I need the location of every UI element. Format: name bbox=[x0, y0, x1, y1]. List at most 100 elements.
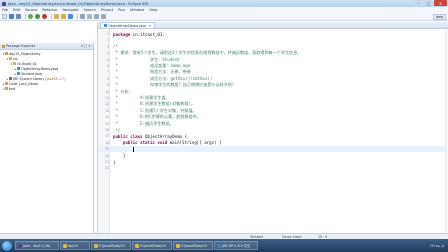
line-number: 16 bbox=[105, 128, 109, 132]
java-file-icon bbox=[104, 24, 107, 27]
new-package-icon[interactable] bbox=[61, 14, 66, 19]
line-number: 17 bbox=[105, 134, 109, 139]
search-icon[interactable] bbox=[87, 14, 92, 19]
editor-tab-objectarraydemo[interactable]: ObjectArrayDemo.java ✕ bbox=[100, 22, 156, 28]
open-type-icon[interactable] bbox=[80, 14, 85, 19]
new-icon[interactable] bbox=[2, 14, 7, 19]
tree-item-icon bbox=[5, 52, 8, 55]
close-tab-icon[interactable]: ✕ bbox=[148, 24, 151, 28]
taskbar-button-label: E:\JavaSE\day15 bbox=[99, 243, 125, 248]
windows-taskbar: Java - day15_Obj day15 E:\JavaSE\day15 E:\J… bbox=[0, 239, 448, 252]
menu-run[interactable]: Run bbox=[118, 8, 125, 12]
taskbar-button[interactable]: JDK API 1.6.0 中文 bbox=[214, 241, 258, 250]
menu-edit[interactable]: Edit bbox=[13, 8, 20, 12]
run-icon[interactable] bbox=[35, 14, 40, 19]
taskbar-app-icon bbox=[18, 243, 22, 248]
code-keyword: public class bbox=[113, 133, 143, 139]
code-keyword: package bbox=[113, 31, 131, 37]
line-number: 20 bbox=[105, 153, 109, 158]
tree-item-icon bbox=[17, 67, 20, 70]
taskbar-button[interactable]: E:\JavaSE\day15 bbox=[91, 241, 131, 250]
taskbar-button[interactable]: E:\JavaSE\day15 bbox=[173, 241, 213, 250]
taskbar-app-icon bbox=[135, 243, 139, 248]
print-icon[interactable] bbox=[16, 14, 21, 19]
menu-source[interactable]: Source bbox=[25, 8, 37, 12]
code-text: } bbox=[113, 159, 116, 165]
package-explorer-tab-label: Package Explorer bbox=[6, 44, 36, 48]
code-line: 1 package cn.itcast_01; bbox=[98, 31, 448, 37]
package-explorer-tab[interactable]: Package Explorer bbox=[2, 44, 35, 48]
eclipse-app-icon bbox=[2, 1, 6, 6]
tree-item-label: src bbox=[13, 56, 18, 61]
package-explorer-panel: Package Explorer ▾ □ ✕ ▾ day15_ObjectArra… bbox=[0, 43, 94, 233]
code-line: 21} bbox=[98, 159, 448, 165]
code-line: 13 * C:创建5个学生对象，并赋值。 bbox=[98, 108, 448, 114]
window-title: Java - day15_ObjectArray/src/cn/itcast_0… bbox=[8, 1, 149, 6]
tree-item-icon bbox=[9, 77, 12, 80]
close-window-button[interactable]: ✕ bbox=[434, 0, 447, 6]
minimize-button[interactable]: – bbox=[414, 0, 423, 6]
code-comment: * 分析： bbox=[113, 88, 133, 94]
code-comment: * C:创建5个学生对象，并赋值。 bbox=[113, 107, 197, 113]
line-number: 10 bbox=[105, 89, 109, 94]
taskbar-button-label: day15 bbox=[68, 243, 78, 248]
tree-item-decoration: [JavaSE-1.7] bbox=[45, 76, 66, 81]
source-text-area[interactable]: 1 package cn.itcast_01; 2 3/* 4 * 需求：我有5个学生，… bbox=[98, 30, 448, 233]
tree-item-label: day15_ObjectArray bbox=[9, 51, 41, 56]
window-title-bar: Java - day15_ObjectArray/src/cn/itcast_0… bbox=[0, 0, 448, 7]
code-identifier: ObjectArrayDemo { bbox=[142, 133, 187, 139]
new-java-project-icon[interactable] bbox=[54, 14, 59, 19]
system-tray[interactable]: CH ◂ ▸ 🔊 bbox=[430, 244, 445, 248]
taskbar-button[interactable]: E:\JavaSE\day15 bbox=[132, 241, 172, 250]
menu-file[interactable]: File bbox=[2, 8, 8, 12]
tree-item-icon bbox=[5, 82, 8, 85]
taskbar-button[interactable]: day15 bbox=[60, 241, 90, 250]
debug-icon[interactable] bbox=[28, 14, 33, 19]
menu-refactor[interactable]: Refactor bbox=[42, 8, 57, 12]
code-line: 22 bbox=[98, 165, 448, 171]
package-explorer-icon bbox=[2, 44, 5, 48]
editor-tab-label: ObjectArrayDemo.java bbox=[108, 23, 147, 28]
code-line: 5 * 学生：Student bbox=[98, 57, 448, 63]
line-number: 22 bbox=[105, 166, 109, 171]
save-icon[interactable] bbox=[9, 14, 14, 19]
taskbar-button-label: E:\JavaSE\day15 bbox=[140, 243, 166, 248]
line-number: 11 bbox=[105, 96, 109, 100]
tree-item[interactable]: ▸ test bbox=[0, 86, 93, 91]
toolbar-divider bbox=[25, 14, 26, 19]
tree-item-icon bbox=[17, 72, 20, 75]
back-icon[interactable] bbox=[94, 14, 99, 19]
tree-item-label: cn.itcast_01 bbox=[17, 61, 37, 66]
code-comment: * 存储学生的数组？自己想想应该是什么样子的？ bbox=[113, 82, 236, 88]
menu-window[interactable]: Window bbox=[130, 8, 144, 12]
code-line: 10 * 分析： bbox=[98, 89, 448, 95]
java-perspective-button[interactable]: Java bbox=[432, 14, 446, 20]
tree-item-icon bbox=[13, 62, 16, 65]
menu-help[interactable]: Help bbox=[149, 8, 157, 12]
code-comment: * 成员方法：getXxx()/setXxx() bbox=[113, 75, 213, 81]
code-line: 20 } bbox=[98, 153, 448, 159]
menu-navigate[interactable]: Navigate bbox=[62, 8, 78, 12]
taskbar-button[interactable]: Java - day15_Obj bbox=[15, 241, 59, 250]
line-number: 7 bbox=[107, 70, 109, 75]
forward-icon[interactable] bbox=[101, 14, 106, 19]
tree-item-icon bbox=[5, 87, 8, 90]
start-button[interactable] bbox=[2, 240, 12, 251]
code-text: } bbox=[113, 153, 126, 159]
line-number: 18 bbox=[105, 140, 109, 145]
taskbar-button-label: JDK API 1.6.0 中文 bbox=[222, 244, 251, 248]
taskbar-app-icon bbox=[176, 243, 180, 248]
menu-search[interactable]: Search bbox=[84, 8, 96, 12]
code-text: package cn.itcast_01; bbox=[110, 32, 165, 37]
toolbar-divider bbox=[77, 14, 78, 19]
maximize-button[interactable]: □ bbox=[424, 0, 433, 6]
external-tools-icon[interactable] bbox=[42, 14, 47, 19]
code-line: 18 public static void main(String[] args… bbox=[98, 140, 448, 146]
new-class-icon[interactable] bbox=[68, 14, 73, 19]
main-toolbar bbox=[0, 13, 448, 21]
menu-project[interactable]: Project bbox=[101, 8, 113, 12]
code-line: 7 * 构造方法：无参，带参 bbox=[98, 69, 448, 75]
project-tree: ▾ day15_ObjectArray ▾ src ▾ cn.itcast_01 ▸ Obje… bbox=[0, 50, 93, 91]
view-menu-icon[interactable]: ▾ □ ✕ bbox=[81, 44, 91, 48]
